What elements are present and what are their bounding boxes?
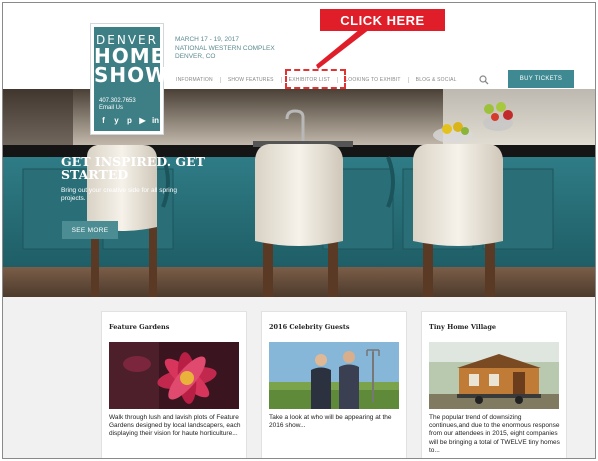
card-feature-gardens[interactable]: Feature Gardens Walk through lush and la… (101, 311, 247, 458)
feature-cards-section: Feature Gardens Walk through lush and la… (3, 297, 595, 458)
click-here-callout: CLICK HERE (320, 9, 445, 31)
card-title[interactable]: Tiny Home Village (429, 323, 496, 331)
card-description: Take a look at who will be appearing at … (269, 414, 392, 430)
pinterest-icon[interactable]: p (125, 116, 134, 125)
hero-title: GET INSPIRED. GET STARTED (61, 154, 205, 182)
event-venue: NATIONAL WESTERN COMPLEX (175, 44, 275, 52)
card-title[interactable]: Feature Gardens (109, 323, 169, 331)
linkedin-icon[interactable]: in (151, 116, 160, 125)
social-links: f y p ▶ in (99, 116, 160, 125)
email-link[interactable]: Email Us (99, 105, 136, 112)
twitter-icon[interactable]: y (112, 116, 121, 125)
callout-arrow-icon (316, 29, 368, 69)
card-celebrity-guests[interactable]: 2016 Celebrity Guests Take a look at who… (261, 311, 407, 458)
search-icon[interactable] (479, 75, 489, 85)
see-more-button[interactable]: SEE MORE (62, 221, 118, 239)
event-info: MARCH 17 - 19, 2017 NATIONAL WESTERN COM… (175, 36, 275, 62)
card-tiny-home-village[interactable]: Tiny Home Village The popular trend of d… (421, 311, 567, 458)
card-description: The popular trend of downsizing continue… (429, 414, 560, 454)
card-image-tiny-home[interactable] (429, 342, 559, 409)
card-title[interactable]: 2016 Celebrity Guests (269, 323, 349, 331)
logo-line-show: SHOW (94, 63, 169, 87)
browser-frame: MARCH 17 - 19, 2017 NATIONAL WESTERN COM… (2, 2, 596, 459)
phone-number: 407.302.7653 (99, 98, 136, 104)
event-dates: MARCH 17 - 19, 2017 (175, 36, 239, 43)
nav-blog-social[interactable]: BLOG & SOCIAL (409, 77, 464, 83)
nav-looking-to-exhibit[interactable]: LOOKING TO EXHIBIT (338, 77, 409, 83)
card-image-guests[interactable] (269, 342, 399, 409)
youtube-icon[interactable]: ▶ (138, 116, 147, 125)
card-image-flower[interactable] (109, 342, 239, 409)
hero-subtitle: Bring out your creative side for all spr… (61, 187, 177, 202)
nav-information[interactable]: INFORMATION (169, 77, 221, 83)
facebook-icon[interactable]: f (99, 116, 108, 125)
card-description: Walk through lush and lavish plots of Fe… (109, 414, 241, 438)
event-city: DENVER, CO (175, 53, 216, 60)
denver-home-show-logo[interactable]: DENVER HOME SHOW 407.302.7653 Email Us f… (91, 24, 169, 134)
buy-tickets-button[interactable]: BUY TICKETS (508, 70, 574, 88)
nav-show-features[interactable]: SHOW FEATURES (221, 77, 282, 83)
logo-contact: 407.302.7653 Email Us (99, 98, 136, 112)
